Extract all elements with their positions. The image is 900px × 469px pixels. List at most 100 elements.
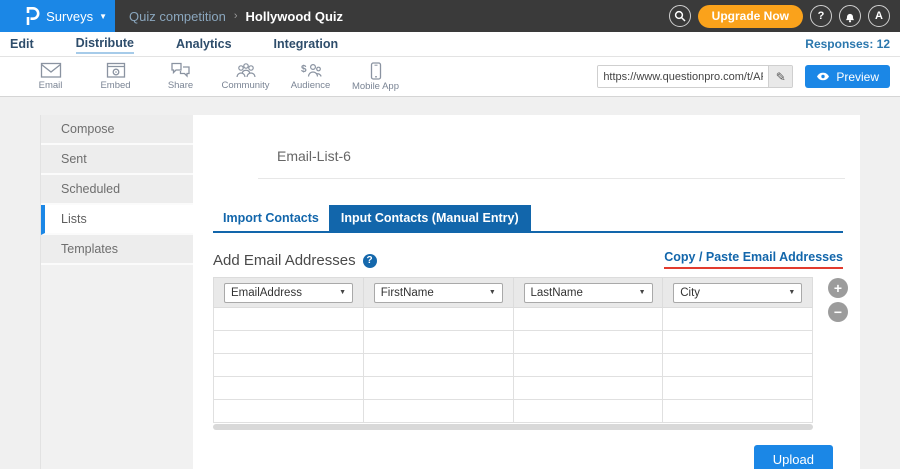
eye-icon	[816, 72, 830, 81]
toolbar-right: ✎ Preview	[597, 65, 890, 88]
contact-cell[interactable]	[513, 377, 663, 400]
contact-entry-row	[214, 308, 813, 331]
survey-nav: Edit Distribute Analytics Integration Re…	[0, 32, 900, 57]
upgrade-now-button[interactable]: Upgrade Now	[698, 5, 803, 28]
contact-cell[interactable]	[663, 400, 813, 423]
avatar[interactable]: A	[868, 5, 890, 27]
sidebar-item-lists[interactable]: Lists	[41, 205, 193, 235]
contact-cell[interactable]	[214, 400, 364, 423]
contact-cell[interactable]	[214, 354, 364, 377]
nav-item-integration[interactable]: Integration	[274, 35, 339, 53]
contact-cell[interactable]	[214, 308, 364, 331]
column-select-city[interactable]: City▼	[673, 283, 802, 303]
contact-cell[interactable]	[513, 308, 663, 331]
survey-url-box: ✎	[597, 65, 793, 88]
channel-label: Embed	[100, 80, 130, 91]
channel-community[interactable]: Community	[213, 62, 278, 91]
share-icon	[170, 62, 191, 79]
nav-item-analytics[interactable]: Analytics	[176, 35, 232, 53]
contact-cell[interactable]	[663, 308, 813, 331]
tab-input-contacts-manual-entry[interactable]: Input Contacts (Manual Entry)	[329, 205, 531, 231]
contact-cell[interactable]	[363, 377, 513, 400]
contact-cell[interactable]	[363, 400, 513, 423]
channel-label: Share	[168, 80, 193, 91]
community-icon	[235, 62, 257, 79]
column-select-last-name[interactable]: LastName▼	[524, 283, 653, 303]
sidebar-item-compose[interactable]: Compose	[41, 115, 193, 145]
nav-item-distribute[interactable]: Distribute	[76, 34, 134, 54]
channel-label: Community	[221, 80, 269, 91]
contact-cell[interactable]	[513, 400, 663, 423]
lists-panel: Email-List-6 Import Contacts Input Conta…	[193, 115, 860, 469]
channel-label: Mobile App	[352, 81, 399, 92]
column-mapping-row: EmailAddress▼ FirstName▼ LastName▼ City▼	[214, 278, 813, 308]
channel-audience[interactable]: $ Audience	[278, 62, 343, 91]
channel-mobile-app[interactable]: Mobile App	[343, 62, 408, 92]
upload-row: Upload	[193, 445, 833, 469]
email-list-title: Email-List-6	[277, 148, 845, 164]
bell-icon	[844, 10, 856, 23]
breadcrumb-current: Hollywood Quiz	[246, 9, 344, 24]
audience-icon: $	[300, 62, 322, 79]
survey-url-input[interactable]	[598, 66, 768, 87]
select-caret-icon: ▼	[339, 289, 346, 296]
contact-cell[interactable]	[663, 331, 813, 354]
breadcrumb-parent[interactable]: Quiz competition	[129, 9, 226, 24]
responses-count[interactable]: Responses: 12	[805, 37, 890, 51]
selected-column-label: LastName	[531, 287, 583, 299]
search-button[interactable]	[669, 5, 691, 27]
topbar-actions: Upgrade Now ? A	[669, 0, 900, 32]
contacts-tabs: Import Contacts Input Contacts (Manual E…	[213, 205, 843, 233]
contact-cell[interactable]	[214, 331, 364, 354]
sidebar-item-scheduled[interactable]: Scheduled	[41, 175, 193, 205]
add-emails-header: Add Email Addresses ? Copy / Paste Email…	[213, 250, 843, 269]
preview-button[interactable]: Preview	[805, 65, 890, 88]
contact-cell[interactable]	[214, 377, 364, 400]
nav-item-edit[interactable]: Edit	[10, 35, 34, 53]
contact-cell[interactable]	[363, 354, 513, 377]
breadcrumb-separator-icon: ›	[234, 10, 238, 22]
edit-url-icon[interactable]: ✎	[768, 66, 792, 87]
channel-share[interactable]: Share	[148, 62, 213, 91]
notifications-button[interactable]	[839, 5, 861, 27]
add-column-button[interactable]: +	[828, 278, 848, 298]
channel-embed[interactable]: Embed	[83, 62, 148, 91]
preview-label: Preview	[836, 70, 879, 84]
email-sidebar: Compose Sent Scheduled Lists Templates	[41, 115, 193, 469]
contact-cell[interactable]	[663, 354, 813, 377]
upload-button[interactable]: Upload	[754, 445, 833, 469]
mobile-app-icon	[370, 62, 382, 80]
tab-import-contacts[interactable]: Import Contacts	[213, 205, 329, 231]
channel-email[interactable]: Email	[18, 62, 83, 91]
help-button[interactable]: ?	[810, 5, 832, 27]
contacts-table: EmailAddress▼ FirstName▼ LastName▼ City▼	[213, 277, 813, 423]
contacts-table-zone: EmailAddress▼ FirstName▼ LastName▼ City▼	[213, 277, 860, 423]
selected-column-label: City	[680, 287, 700, 299]
questionpro-logo-icon	[25, 7, 40, 26]
contact-cell[interactable]	[513, 331, 663, 354]
column-select-email-address[interactable]: EmailAddress▼	[224, 283, 353, 303]
contact-cell[interactable]	[513, 354, 663, 377]
breadcrumb: Quiz competition › Hollywood Quiz	[115, 0, 343, 32]
help-icon[interactable]: ?	[363, 254, 377, 268]
horizontal-scrollbar[interactable]	[213, 424, 813, 430]
channel-label: Audience	[291, 80, 331, 91]
content-area: Compose Sent Scheduled Lists Templates E…	[0, 97, 900, 469]
selected-column-label: FirstName	[381, 287, 434, 299]
channel-label: Email	[39, 80, 63, 91]
column-select-first-name[interactable]: FirstName▼	[374, 283, 503, 303]
contact-cell[interactable]	[363, 331, 513, 354]
sidebar-item-templates[interactable]: Templates	[41, 235, 193, 265]
title-divider	[258, 178, 845, 179]
sidebar-item-sent[interactable]: Sent	[41, 145, 193, 175]
app-window: Surveys ▼ Quiz competition › Hollywood Q…	[0, 0, 900, 469]
chevron-down-icon: ▼	[99, 12, 107, 21]
contact-entry-row	[214, 331, 813, 354]
contact-cell[interactable]	[363, 308, 513, 331]
email-icon	[40, 62, 62, 79]
remove-column-button[interactable]: −	[828, 302, 848, 322]
copy-paste-email-addresses-link[interactable]: Copy / Paste Email Addresses	[664, 250, 843, 269]
surveys-menu[interactable]: Surveys ▼	[0, 0, 115, 32]
contact-entry-row	[214, 377, 813, 400]
contact-cell[interactable]	[663, 377, 813, 400]
